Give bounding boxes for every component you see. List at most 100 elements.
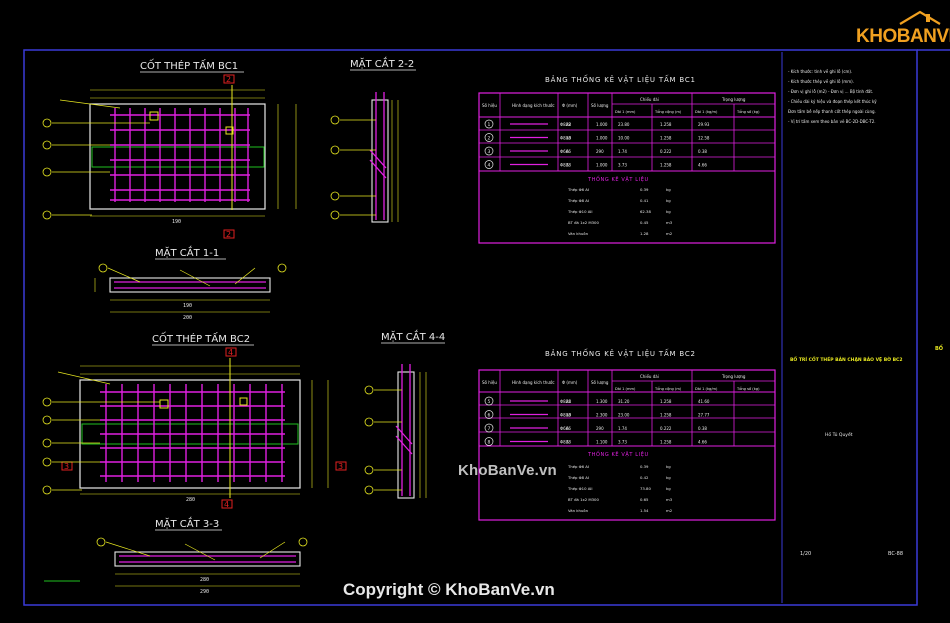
- section-33: MẶT CẮT 3-3 280 290: [44, 516, 308, 595]
- row-number: 6: [488, 413, 491, 419]
- table-cell: 12.58: [698, 136, 710, 141]
- table-header: Hình dạng kích thước: [512, 380, 555, 385]
- material-qty: 62.38: [640, 209, 651, 214]
- svg-text:THỐNG KÊ VẬT LIỆU: THỐNG KÊ VẬT LIỆU: [587, 175, 649, 183]
- title-section-33: MẶT CẮT 3-3: [155, 516, 219, 530]
- table-cell: 10.00: [618, 136, 630, 141]
- table-header: Trọng lượng: [721, 97, 746, 102]
- khobanve-logo: KHOBANVE: [852, 10, 950, 52]
- table-cell: 23.80: [618, 122, 630, 127]
- plan-bc2: CỐT THÉP TẤM BC2 4 3 3 4 280: [42, 331, 347, 509]
- material-qty: 0.42: [640, 475, 649, 480]
- table-subheader: Dài 1 (mm): [615, 110, 636, 114]
- material-name: Thép Φ8 AI: [567, 475, 589, 480]
- table-cell: 1.258: [660, 163, 672, 168]
- table-cell: 1.300: [596, 399, 608, 404]
- material-qty: 0.39: [640, 464, 649, 469]
- table-cell: 1.258: [660, 413, 672, 418]
- material-unit: kg: [666, 187, 671, 192]
- table-header: Chiều dài: [640, 97, 659, 102]
- table-subheader: Tổng cộng (m): [654, 109, 682, 114]
- material-unit: m3: [666, 497, 673, 502]
- material-name: Ván khuôn: [568, 231, 589, 236]
- table-cell: 1.74: [618, 426, 627, 431]
- table-cell: 2.300: [596, 413, 608, 418]
- row-number: 7: [488, 426, 491, 432]
- table-cell: 22: [566, 122, 572, 127]
- table2-title: BẢNG THỐNG KÊ VẬT LIỆU TẤM BC2: [545, 348, 696, 358]
- material-name: Thép Φ6 AI: [567, 464, 589, 469]
- table-subheader: Tổng cộng (m): [654, 386, 682, 391]
- table-cell: 3.73: [618, 440, 627, 445]
- table-cell: 290: [596, 149, 604, 154]
- table1-title: BẢNG THỐNG KÊ VẬT LIỆU TẤM BC1: [545, 74, 696, 84]
- row-number: 1: [488, 122, 491, 128]
- note-line: - Đơn vị ghi lỗ (m2) - Đơn vị ... Bộ tín…: [788, 89, 873, 94]
- material-unit: m3: [666, 220, 673, 225]
- material-qty: 1.54: [640, 508, 649, 513]
- table-cell: 1.258: [660, 122, 672, 127]
- watermark: KhoBanVe.vn: [458, 462, 557, 479]
- table-header: Số hiệu: [482, 103, 497, 108]
- note-line: - Chiều dài ký hiệu và đoạn thép kết thú…: [788, 99, 877, 104]
- table-cell: 27.77: [698, 413, 710, 418]
- table-header: Số lượng: [591, 380, 609, 385]
- table-cell: 1.000: [596, 163, 608, 168]
- copyright: Copyright © KhoBanVe.vn: [343, 580, 555, 599]
- note-line: - Kích thước thép về ghi lỗ (mm).: [788, 79, 854, 84]
- row-number: 8: [488, 440, 491, 446]
- table-header: Trọng lượng: [721, 374, 746, 379]
- table-cell: 23.00: [618, 413, 630, 418]
- table-header: Số hiệu: [482, 380, 497, 385]
- table-cell: 4.66: [698, 440, 707, 445]
- title-bc1: CỐT THÉP TẤM BC1: [140, 58, 238, 72]
- side-subtitle: Hồ Tú Quyết: [825, 430, 853, 438]
- material-name: Thép Φ8 AI: [567, 198, 589, 203]
- svg-text:190: 190: [172, 219, 181, 225]
- scale-label: 1/20: [800, 551, 811, 557]
- table-cell: 0.222: [660, 426, 672, 431]
- material-unit: m2: [666, 508, 673, 513]
- side-title: BỐ TRÍ CỐT THÉP BẢN CHẶN BẢO VỆ BỜ BC2: [790, 355, 903, 363]
- logo-text: KHOBANVE: [856, 26, 950, 47]
- row-number: 4: [488, 163, 491, 169]
- title-section-22: MẶT CẮT 2-2: [350, 56, 414, 70]
- table-bc1: BẢNG THỐNG KÊ VẬT LIỆU TẤM BC1 Số hiệu Hì…: [478, 74, 776, 244]
- table-cell: 1.74: [618, 149, 627, 154]
- table-header: Φ (mm): [562, 380, 578, 385]
- table-cell: 1.258: [660, 136, 672, 141]
- table-header: Hình dạng kích thước: [512, 103, 555, 108]
- note-line: - Kích thước: tính về ghi lỗ (cm).: [788, 69, 852, 74]
- section-11: MẶT CẮT 1-1 190 200: [94, 245, 287, 321]
- section-22: MẶT CẮT 2-2: [330, 56, 416, 223]
- plan-bc1: CỐT THÉP TẤM BC1 2 2 190: [42, 58, 297, 239]
- material-qty: 73.80: [640, 486, 651, 491]
- row-number: 3: [488, 149, 491, 155]
- row-number: 2: [488, 136, 491, 142]
- table-cell: 1.100: [596, 440, 608, 445]
- table-cell: 24: [566, 399, 572, 404]
- svg-text:4: 4: [224, 500, 229, 509]
- svg-text:2: 2: [226, 75, 231, 84]
- svg-text:3: 3: [64, 462, 69, 471]
- material-name: Thép Φ10 AII: [567, 486, 593, 491]
- svg-text:280: 280: [200, 577, 209, 583]
- svg-text:190: 190: [183, 303, 192, 309]
- table-cell: 1.000: [596, 122, 608, 127]
- rebar-grid-bc1: [110, 108, 250, 202]
- svg-text:3: 3: [338, 462, 343, 471]
- table-cell: 1.258: [660, 399, 672, 404]
- table-cell: 31.20: [618, 399, 630, 404]
- material-qty: 0.45: [640, 220, 649, 225]
- table-subheader: Dài 1 (kg/m): [695, 387, 718, 391]
- right-cut-label: BỐ: [935, 344, 943, 352]
- table-subheader: Tổng số (kg): [736, 109, 760, 114]
- table-cell: 0.38: [698, 426, 707, 431]
- material-unit: kg: [666, 198, 671, 203]
- rebar-grid-bc2: [100, 384, 285, 482]
- svg-text:200: 200: [183, 315, 192, 321]
- table-subheader: Tổng số (kg): [736, 386, 760, 391]
- table-cell: 4.66: [698, 163, 707, 168]
- table-cell: 3.73: [618, 163, 627, 168]
- svg-text:280: 280: [186, 497, 195, 503]
